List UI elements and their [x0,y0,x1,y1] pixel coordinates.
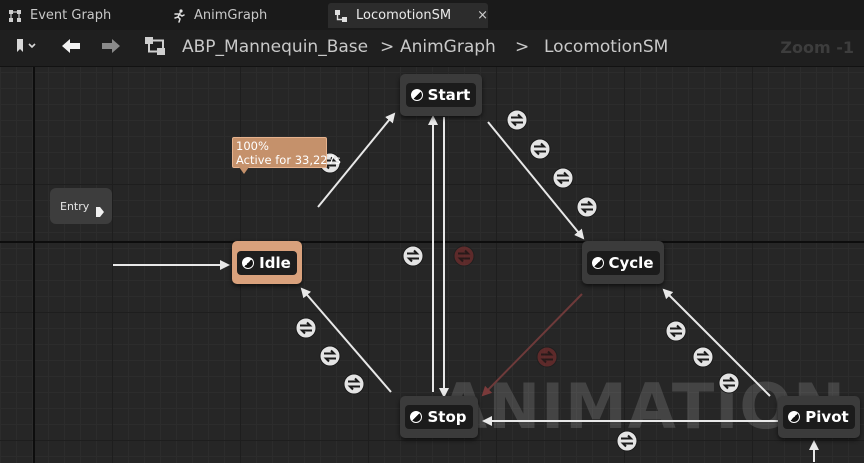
state-node-idle[interactable]: Idle [232,241,302,284]
idle-weight: 100% [236,139,269,153]
transition-rule-icon[interactable] [319,345,341,367]
graph-toolbar: ABP_Mannequin_Base > AnimGraph > Locomot… [0,30,864,67]
tab-label: AnimGraph [194,8,268,23]
state-node-pivot[interactable]: Pivot [778,396,860,438]
state-icon [410,89,423,101]
state-title-pivot: Pivot [783,405,855,429]
tab-event-graph[interactable]: Event Graph [8,3,158,28]
transition-cycle-stop [481,293,583,397]
transition-stop-idle [300,287,392,393]
state-icon [788,411,801,423]
graph-type-icon-container [140,36,170,60]
transition-rule-icon[interactable] [552,167,574,189]
entry-node[interactable]: Entry [50,188,112,224]
state-node-cycle[interactable]: Cycle [582,241,664,284]
state-icon [591,256,604,269]
transition-rule-icon[interactable] [506,109,528,131]
tab-label: Event Graph [30,8,112,23]
tab-label: LocomotionSM [356,8,452,23]
transition-rule-icon[interactable] [692,346,714,368]
arrow-left-icon [60,38,82,58]
transition-pivot-cycle [662,288,771,397]
state-icon [242,256,255,269]
tab-anim-graph[interactable]: AnimGraph [172,3,322,28]
state-node-stop[interactable]: Stop [400,396,478,438]
state-label: Pivot [805,408,849,426]
arrow-right-icon [100,38,122,58]
state-node-start[interactable]: Start [400,74,482,116]
state-machine-icon [334,9,348,23]
transition-rule-icon[interactable] [576,196,598,218]
bookmark-menu-button[interactable] [8,36,44,60]
state-label: Start [427,86,471,104]
breadcrumb-item[interactable]: LocomotionSM [544,37,668,57]
close-tab-icon[interactable]: × [477,8,488,23]
transition-rule-icon[interactable] [718,372,740,394]
state-title-idle: Idle [237,250,297,275]
bookmark-icon [14,38,38,58]
transition-rule-icon-inactive[interactable] [453,245,475,267]
state-title-start: Start [405,83,477,107]
idle-debug-popup: 100% Active for 33,227s [232,137,341,174]
state-label: Cycle [608,253,654,272]
breadcrumb-separator: > [380,37,395,57]
transition-rule-icon[interactable] [343,373,365,395]
breadcrumb-separator: > [515,37,530,57]
transition-rule-icon-inactive[interactable] [536,346,558,368]
transition-rule-icon[interactable] [295,317,317,339]
popup-caret [239,167,249,174]
forward-button[interactable] [98,36,124,60]
state-title-cycle: Cycle [586,250,660,275]
state-title-stop: Stop [405,405,473,429]
entry-label: Entry [60,199,90,213]
transition-rule-icon[interactable] [616,430,638,452]
document-tab-bar: Event Graph AnimGraph LocomotionSM × [0,0,864,30]
state-machine-icon [143,35,167,61]
transition-rule-icon[interactable] [402,245,424,267]
state-label: Idle [259,253,291,272]
state-label: Stop [427,408,467,426]
state-icon [410,411,423,423]
breadcrumb-item[interactable]: AnimGraph [400,37,496,57]
breadcrumb-item[interactable]: ABP_Mannequin_Base [182,37,368,57]
graph-canvas[interactable]: ANIMATION Entry 100% Active for 33,227s … [0,67,864,463]
running-man-icon [172,8,186,23]
zoom-level: Zoom -1 [780,38,854,57]
tab-locomotion-sm[interactable]: LocomotionSM × [328,3,488,28]
back-button[interactable] [58,36,84,60]
transition-rule-icon[interactable] [665,320,687,342]
transition-rule-icon[interactable] [529,138,551,160]
event-graph-icon [8,9,22,23]
idle-active-time: Active for 33,227s [236,153,341,167]
